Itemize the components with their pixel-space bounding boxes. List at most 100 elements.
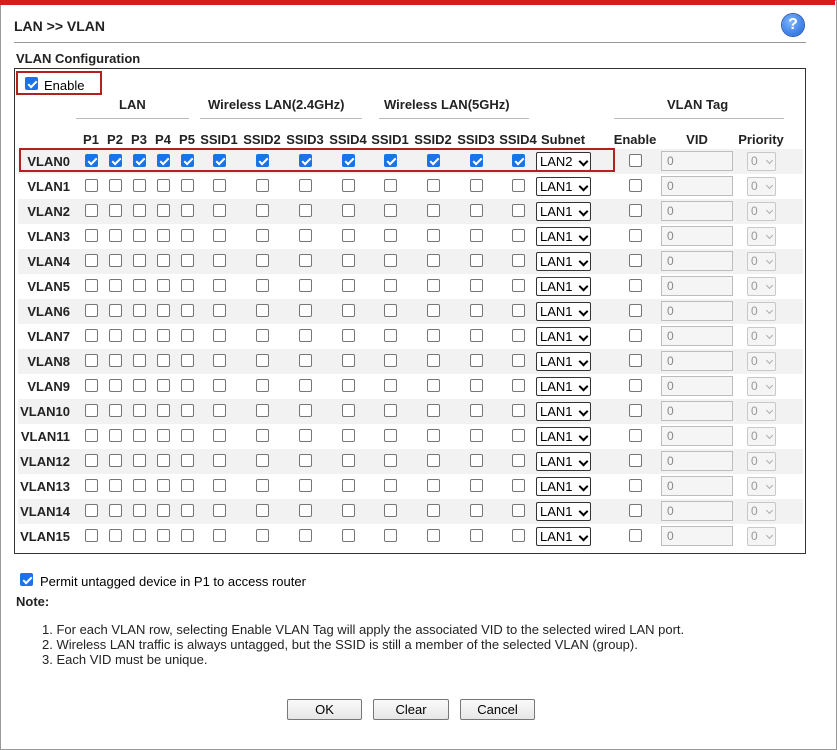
ssid24-3-checkbox[interactable] [299, 154, 312, 167]
ssid24-3-checkbox[interactable] [299, 229, 312, 242]
ssid5-2-checkbox[interactable] [427, 304, 440, 317]
ssid24-3-checkbox[interactable] [299, 454, 312, 467]
ssid24-3-checkbox[interactable] [299, 429, 312, 442]
port-p1-checkbox[interactable] [85, 154, 98, 167]
subnet-select[interactable]: LAN1 [536, 527, 591, 546]
port-p3-checkbox[interactable] [133, 304, 146, 317]
port-p5-checkbox[interactable] [181, 229, 194, 242]
port-p2-checkbox[interactable] [109, 279, 122, 292]
ssid5-4-checkbox[interactable] [512, 354, 525, 367]
ssid24-4-checkbox[interactable] [342, 254, 355, 267]
ssid5-2-checkbox[interactable] [427, 279, 440, 292]
port-p2-checkbox[interactable] [109, 154, 122, 167]
port-p4-checkbox[interactable] [157, 479, 170, 492]
ssid24-2-checkbox[interactable] [256, 479, 269, 492]
ssid5-1-checkbox[interactable] [384, 379, 397, 392]
port-p4-checkbox[interactable] [157, 154, 170, 167]
ssid5-1-checkbox[interactable] [384, 354, 397, 367]
vid-input[interactable]: 0 [661, 226, 733, 246]
port-p3-checkbox[interactable] [133, 229, 146, 242]
port-p5-checkbox[interactable] [181, 404, 194, 417]
port-p1-checkbox[interactable] [85, 229, 98, 242]
port-p5-checkbox[interactable] [181, 304, 194, 317]
priority-select[interactable]: 0 [747, 402, 776, 421]
priority-select[interactable]: 0 [747, 152, 776, 171]
port-p2-checkbox[interactable] [109, 179, 122, 192]
ssid5-3-checkbox[interactable] [470, 179, 483, 192]
ssid24-2-checkbox[interactable] [256, 154, 269, 167]
port-p2-checkbox[interactable] [109, 329, 122, 342]
priority-select[interactable]: 0 [747, 252, 776, 271]
ssid5-3-checkbox[interactable] [470, 479, 483, 492]
port-p2-checkbox[interactable] [109, 504, 122, 517]
ssid24-4-checkbox[interactable] [342, 429, 355, 442]
subnet-select[interactable]: LAN1 [536, 327, 591, 346]
ssid5-4-checkbox[interactable] [512, 404, 525, 417]
ssid24-1-checkbox[interactable] [213, 479, 226, 492]
priority-select[interactable]: 0 [747, 302, 776, 321]
ssid24-2-checkbox[interactable] [256, 329, 269, 342]
priority-select[interactable]: 0 [747, 502, 776, 521]
ssid5-3-checkbox[interactable] [470, 154, 483, 167]
port-p2-checkbox[interactable] [109, 454, 122, 467]
ssid5-1-checkbox[interactable] [384, 154, 397, 167]
ssid5-4-checkbox[interactable] [512, 229, 525, 242]
ssid5-4-checkbox[interactable] [512, 529, 525, 542]
port-p1-checkbox[interactable] [85, 204, 98, 217]
subnet-select[interactable]: LAN1 [536, 402, 591, 421]
vlan-tag-enable-checkbox[interactable] [629, 429, 642, 442]
vid-input[interactable]: 0 [661, 376, 733, 396]
ssid24-4-checkbox[interactable] [342, 329, 355, 342]
ssid24-4-checkbox[interactable] [342, 504, 355, 517]
vid-input[interactable]: 0 [661, 276, 733, 296]
priority-select[interactable]: 0 [747, 227, 776, 246]
ssid24-2-checkbox[interactable] [256, 179, 269, 192]
ssid5-1-checkbox[interactable] [384, 329, 397, 342]
port-p4-checkbox[interactable] [157, 329, 170, 342]
vlan-tag-enable-checkbox[interactable] [629, 529, 642, 542]
priority-select[interactable]: 0 [747, 527, 776, 546]
port-p2-checkbox[interactable] [109, 229, 122, 242]
ssid24-2-checkbox[interactable] [256, 404, 269, 417]
port-p5-checkbox[interactable] [181, 354, 194, 367]
ssid5-3-checkbox[interactable] [470, 304, 483, 317]
port-p4-checkbox[interactable] [157, 429, 170, 442]
port-p1-checkbox[interactable] [85, 529, 98, 542]
ssid24-3-checkbox[interactable] [299, 304, 312, 317]
port-p4-checkbox[interactable] [157, 279, 170, 292]
ssid5-1-checkbox[interactable] [384, 279, 397, 292]
ssid24-1-checkbox[interactable] [213, 329, 226, 342]
ssid24-4-checkbox[interactable] [342, 154, 355, 167]
ssid24-2-checkbox[interactable] [256, 254, 269, 267]
vid-input[interactable]: 0 [661, 151, 733, 171]
port-p4-checkbox[interactable] [157, 204, 170, 217]
port-p5-checkbox[interactable] [181, 329, 194, 342]
ssid5-2-checkbox[interactable] [427, 504, 440, 517]
ssid5-3-checkbox[interactable] [470, 329, 483, 342]
ssid24-1-checkbox[interactable] [213, 279, 226, 292]
port-p4-checkbox[interactable] [157, 529, 170, 542]
ssid24-1-checkbox[interactable] [213, 179, 226, 192]
ssid5-4-checkbox[interactable] [512, 254, 525, 267]
ssid24-3-checkbox[interactable] [299, 479, 312, 492]
ssid24-1-checkbox[interactable] [213, 379, 226, 392]
port-p1-checkbox[interactable] [85, 479, 98, 492]
subnet-select[interactable]: LAN2 [536, 152, 591, 171]
port-p3-checkbox[interactable] [133, 479, 146, 492]
ssid24-4-checkbox[interactable] [342, 479, 355, 492]
vid-input[interactable]: 0 [661, 301, 733, 321]
priority-select[interactable]: 0 [747, 477, 776, 496]
ssid5-3-checkbox[interactable] [470, 254, 483, 267]
vlan-tag-enable-checkbox[interactable] [629, 279, 642, 292]
port-p3-checkbox[interactable] [133, 379, 146, 392]
ssid5-1-checkbox[interactable] [384, 454, 397, 467]
port-p5-checkbox[interactable] [181, 529, 194, 542]
ssid24-3-checkbox[interactable] [299, 254, 312, 267]
ssid5-3-checkbox[interactable] [470, 404, 483, 417]
ssid24-3-checkbox[interactable] [299, 329, 312, 342]
port-p4-checkbox[interactable] [157, 354, 170, 367]
vlan-enable-checkbox[interactable] [25, 77, 38, 90]
ssid5-1-checkbox[interactable] [384, 304, 397, 317]
vid-input[interactable]: 0 [661, 176, 733, 196]
ssid5-1-checkbox[interactable] [384, 529, 397, 542]
